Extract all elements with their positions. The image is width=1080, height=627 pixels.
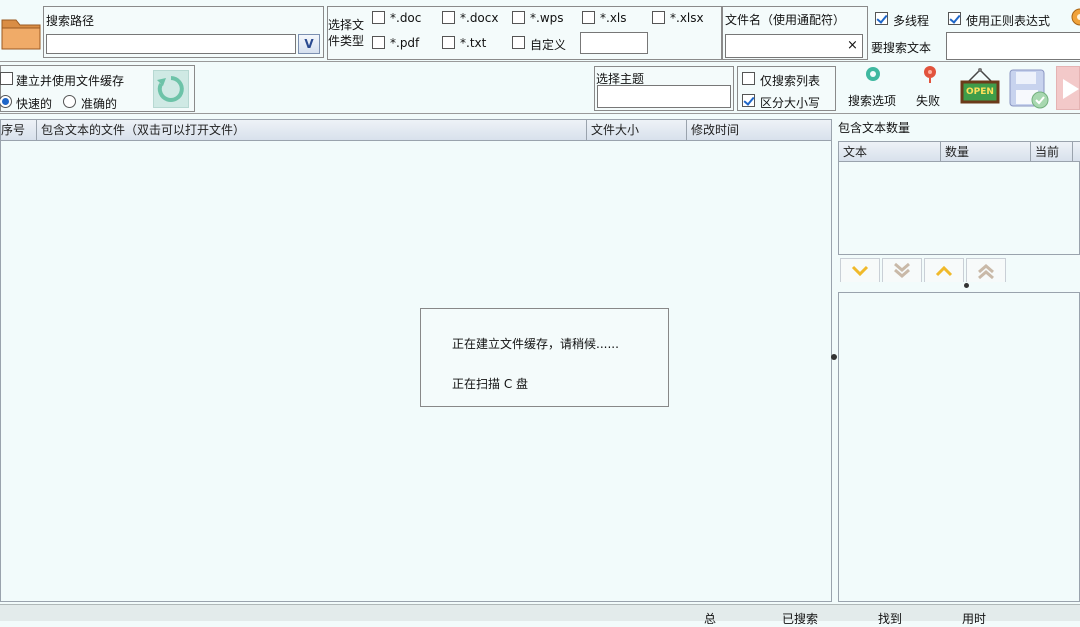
- results-table: 序号 包含文本的文件（双击可以打开文件） 文件大小 修改时间: [0, 119, 832, 602]
- custom-checkbox[interactable]: [512, 36, 525, 49]
- xlsx-checkbox[interactable]: [652, 11, 665, 24]
- cache-label: 建立并使用文件缓存: [16, 74, 125, 88]
- open-folder-button[interactable]: [0, 6, 43, 56]
- search-options-icon: [866, 67, 880, 81]
- search-options-label: 搜索选项: [848, 94, 897, 108]
- previous-match-button[interactable]: [924, 258, 964, 282]
- custom-extension-input[interactable]: [580, 32, 648, 54]
- search-options-button[interactable]: 搜索选项: [842, 64, 902, 112]
- col-text[interactable]: 文本: [839, 142, 941, 162]
- docx-checkbox[interactable]: [442, 11, 455, 24]
- fast-label: 快速的: [16, 97, 53, 111]
- file-type-panel: 选择文件类型 *.doc *.docx *.wps *.xls *.xlsx *…: [327, 6, 722, 60]
- last-match-button[interactable]: [882, 258, 922, 282]
- col-current[interactable]: 当前: [1031, 142, 1073, 162]
- col-filename[interactable]: 包含文本的文件（双击可以打开文件）: [37, 120, 587, 140]
- progress-line-1: 正在建立文件缓存，请稍候......: [452, 337, 619, 351]
- accurate-label: 准确的: [81, 97, 118, 111]
- search-path-panel: 搜索路径 V: [43, 6, 324, 58]
- wps-label: *.wps: [530, 11, 564, 25]
- next-match-button[interactable]: [840, 258, 880, 282]
- col-modified[interactable]: 修改时间: [687, 120, 831, 140]
- double-chevron-up-icon: [978, 263, 994, 279]
- vertical-splitter[interactable]: [831, 354, 837, 360]
- status-bar: 总 已搜索 找到 用时: [0, 604, 1080, 626]
- refresh-icon: [157, 76, 184, 102]
- search-path-label: 搜索路径: [46, 14, 95, 28]
- col-filesize[interactable]: 文件大小: [587, 120, 687, 140]
- fail-button[interactable]: 失败: [904, 64, 954, 112]
- text-count-table: 文本 数量 当前: [838, 141, 1080, 255]
- multithread-label: 多线程: [893, 14, 930, 28]
- chevron-down-icon: [851, 265, 869, 276]
- status-found: 找到: [878, 612, 903, 626]
- save-icon: [1009, 69, 1049, 109]
- cache-checkbox[interactable]: [0, 72, 13, 85]
- text-count-title: 包含文本数量: [838, 121, 911, 135]
- txt-label: *.txt: [460, 36, 487, 50]
- save-button[interactable]: [1006, 66, 1050, 110]
- col-index[interactable]: 序号: [1, 120, 37, 140]
- open-button[interactable]: OPEN: [958, 66, 1002, 110]
- search-text-panel: 多线程 使用正则表达式 要搜索文本: [868, 6, 1080, 60]
- search-text-input[interactable]: [946, 32, 1080, 60]
- settings-icon[interactable]: [1070, 8, 1080, 26]
- doc-checkbox[interactable]: [372, 11, 385, 24]
- play-icon: [1063, 79, 1079, 99]
- progress-dialog: 正在建立文件缓存，请稍候...... 正在扫描 C 盘: [420, 308, 669, 407]
- list-only-checkbox[interactable]: [742, 72, 755, 85]
- docx-label: *.docx: [460, 11, 499, 25]
- regex-checkbox[interactable]: [948, 12, 961, 25]
- chevron-down-icon: V: [304, 37, 314, 51]
- custom-label: 自定义: [530, 38, 567, 52]
- xls-checkbox[interactable]: [582, 11, 595, 24]
- start-search-button[interactable]: [1056, 66, 1080, 110]
- horizontal-splitter[interactable]: [964, 283, 969, 288]
- status-time: 用时: [962, 612, 987, 626]
- doc-label: *.doc: [390, 11, 422, 25]
- filename-panel: 文件名（使用通配符） ×: [722, 6, 868, 60]
- cache-panel: 建立并使用文件缓存 快速的 准确的: [0, 65, 195, 112]
- chevron-up-icon: [935, 265, 953, 276]
- xlsx-label: *.xlsx: [670, 11, 704, 25]
- theme-select[interactable]: [597, 85, 731, 108]
- double-chevron-down-icon: [894, 262, 910, 278]
- clear-filename-button[interactable]: ×: [847, 38, 858, 53]
- first-match-button[interactable]: [966, 258, 1006, 282]
- preview-pane[interactable]: [838, 292, 1080, 602]
- results-table-header: 序号 包含文本的文件（双击可以打开文件） 文件大小 修改时间: [1, 120, 831, 141]
- filename-label: 文件名（使用通配符）: [725, 13, 846, 27]
- wps-checkbox[interactable]: [512, 11, 525, 24]
- txt-checkbox[interactable]: [442, 36, 455, 49]
- status-searched: 已搜索: [782, 612, 819, 626]
- xls-label: *.xls: [600, 11, 627, 25]
- multithread-checkbox[interactable]: [875, 12, 888, 25]
- case-sensitive-checkbox[interactable]: [742, 94, 755, 107]
- folder-icon: [1, 19, 41, 50]
- progress-line-2: 正在扫描 C 盘: [452, 377, 529, 391]
- fail-icon: [924, 66, 936, 83]
- regex-label: 使用正则表达式: [966, 14, 1051, 28]
- text-count-header: 文本 数量 当前: [839, 142, 1080, 162]
- case-sensitive-label: 区分大小写: [760, 96, 821, 110]
- search-text-label: 要搜索文本: [871, 41, 932, 55]
- refresh-cache-button[interactable]: [153, 70, 189, 108]
- list-only-label: 仅搜索列表: [760, 74, 821, 88]
- search-path-dropdown-button[interactable]: V: [298, 34, 320, 54]
- filter-panel: 仅搜索列表 区分大小写: [737, 66, 836, 111]
- search-path-input[interactable]: [46, 34, 296, 54]
- fast-radio[interactable]: [0, 95, 12, 108]
- theme-panel: 选择主题: [594, 66, 734, 111]
- filename-input[interactable]: [725, 34, 863, 58]
- fail-label: 失败: [916, 94, 941, 108]
- open-sign-text: OPEN: [966, 87, 994, 97]
- accurate-radio[interactable]: [63, 95, 76, 108]
- status-total: 总: [704, 612, 717, 626]
- pdf-label: *.pdf: [390, 36, 420, 50]
- file-type-label: 选择文件类型: [328, 18, 365, 48]
- col-count[interactable]: 数量: [941, 142, 1031, 162]
- pdf-checkbox[interactable]: [372, 36, 385, 49]
